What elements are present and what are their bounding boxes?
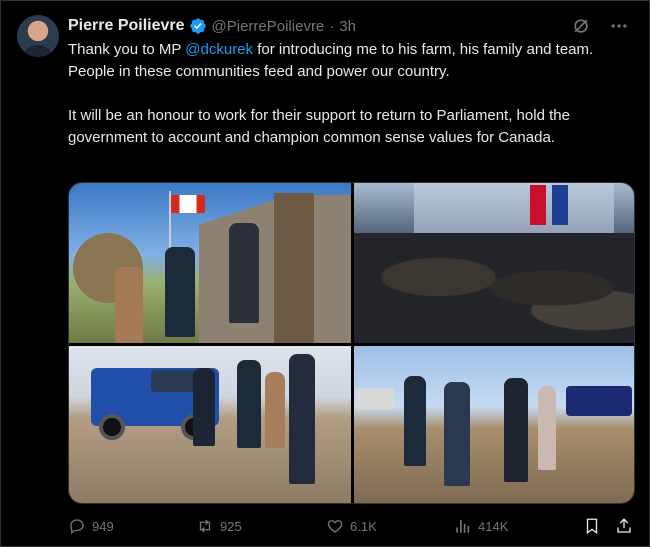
like-icon [327, 520, 343, 533]
canada-flag-icon [171, 195, 205, 213]
verified-badge-icon[interactable] [189, 17, 207, 35]
bookmark-button[interactable] [583, 517, 607, 535]
retweet-icon [199, 519, 211, 533]
reply-button[interactable]: 949 [68, 517, 114, 535]
photo-truck-field[interactable] [69, 346, 351, 503]
reply-count: 949 [92, 518, 114, 534]
tweet-text: Thank you to MP @dckurek for introducing… [68, 39, 633, 149]
photo-farm-house[interactable] [69, 183, 351, 343]
timestamp[interactable]: 3h [339, 18, 356, 35]
separator-dot: · [329, 17, 335, 35]
tweet-header: Pierre Poilievre @PierrePoilievre · 3h [68, 15, 629, 37]
tweet-card[interactable]: Pierre Poilievre @PierrePoilievre · 3h T… [0, 0, 650, 547]
photo-field-handshake[interactable] [354, 346, 634, 503]
mention-link[interactable]: @dckurek [185, 41, 253, 58]
reply-icon [70, 519, 84, 535]
avatar[interactable] [17, 15, 59, 57]
like-count: 6.1K [350, 518, 377, 534]
tweet-paragraph: It will be an honour to work for their s… [68, 107, 570, 146]
retweet-button[interactable]: 925 [196, 517, 242, 535]
media-grid [68, 182, 635, 504]
more-icon[interactable] [609, 16, 629, 36]
bookmark-icon [586, 518, 598, 535]
photo-meeting-room[interactable] [354, 183, 634, 343]
like-button[interactable]: 6.1K [326, 517, 377, 535]
retweet-count: 925 [220, 518, 242, 534]
views-count: 414K [478, 518, 509, 534]
views-button[interactable]: 414K [454, 517, 508, 535]
share-icon [617, 518, 631, 533]
views-icon [456, 520, 470, 533]
author-name[interactable]: Pierre Poilievre [68, 17, 185, 35]
grok-icon[interactable] [571, 16, 591, 36]
tweet-text-part: Thank you to MP [68, 41, 186, 58]
author-handle[interactable]: @PierrePoilievre [212, 18, 325, 35]
action-bar: 949 925 6.1K 414K [68, 515, 635, 537]
share-button[interactable] [615, 517, 639, 535]
